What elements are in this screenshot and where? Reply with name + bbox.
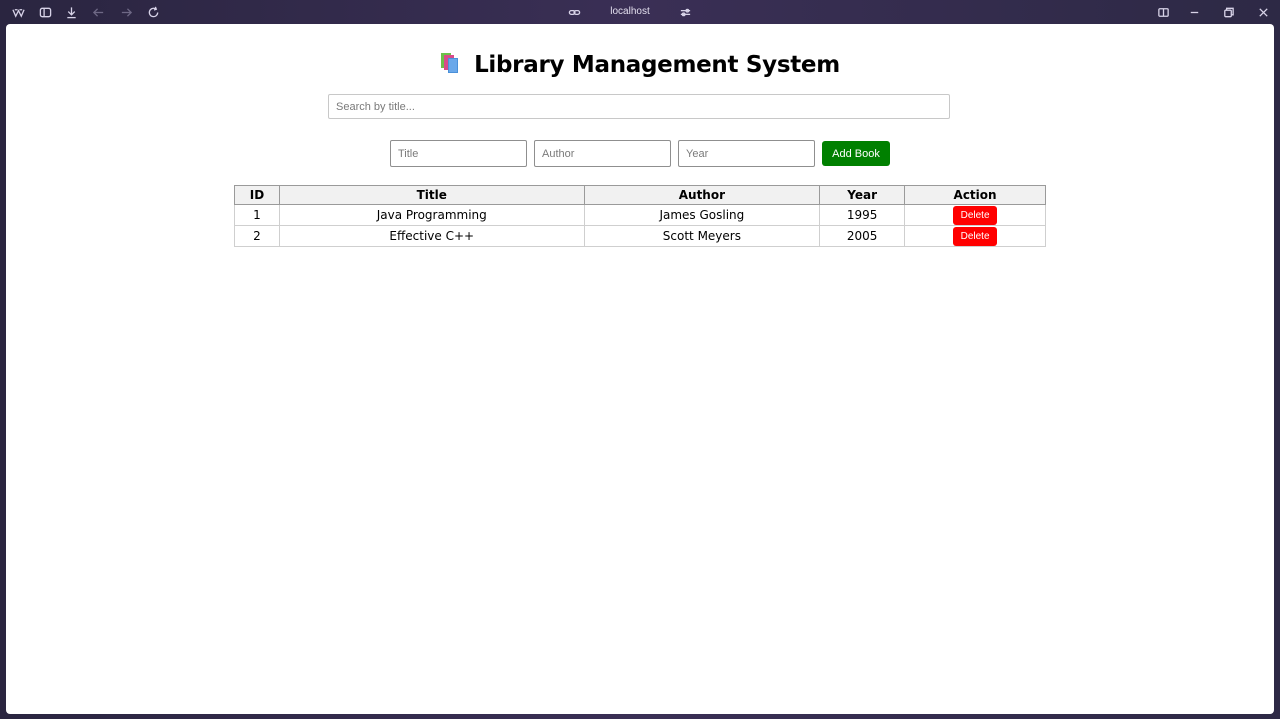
- delete-button[interactable]: Delete: [953, 205, 998, 225]
- column-header-title: Title: [278, 185, 585, 205]
- minimize-icon[interactable]: [1187, 5, 1201, 19]
- tune-icon[interactable]: [678, 5, 692, 19]
- browser-logo-icon[interactable]: [11, 5, 25, 19]
- cell-action: Delete: [904, 204, 1046, 226]
- sidebar-icon[interactable]: [38, 5, 52, 19]
- cell-action: Delete: [904, 225, 1046, 247]
- cell-author: James Gosling: [583, 204, 821, 226]
- link-icon[interactable]: [567, 5, 581, 19]
- cell-id: 1: [234, 204, 280, 226]
- address-bar-url[interactable]: localhost: [600, 5, 660, 19]
- page-title-text: Library Management System: [474, 52, 840, 78]
- forward-arrow-icon[interactable]: [119, 5, 133, 19]
- cell-author: Scott Meyers: [583, 225, 821, 247]
- close-icon[interactable]: [1256, 5, 1270, 19]
- column-header-action: Action: [904, 185, 1046, 205]
- cell-title: Java Programming: [278, 204, 585, 226]
- download-icon[interactable]: [64, 5, 78, 19]
- column-header-id: ID: [234, 185, 280, 205]
- cell-id: 2: [234, 225, 280, 247]
- table-header-row: ID Title Author Year Action: [234, 185, 1046, 205]
- search-input[interactable]: [328, 94, 950, 119]
- table-row: 1 Java Programming James Gosling 1995 De…: [234, 204, 1046, 226]
- title-field[interactable]: [390, 140, 527, 167]
- page-viewport: Library Management System Add Book ID Ti…: [6, 24, 1274, 714]
- column-header-author: Author: [583, 185, 821, 205]
- books-icon: [441, 53, 459, 73]
- cell-title: Effective C++: [278, 225, 585, 247]
- add-book-button[interactable]: Add Book: [822, 141, 890, 166]
- browser-titlebar: localhost: [0, 0, 1280, 24]
- author-field[interactable]: [534, 140, 671, 167]
- split-view-icon[interactable]: [1156, 5, 1170, 19]
- table-row: 2 Effective C++ Scott Meyers 2005 Delete: [234, 225, 1046, 247]
- page-title: Library Management System: [6, 50, 1274, 80]
- column-header-year: Year: [819, 185, 906, 205]
- year-field[interactable]: [678, 140, 815, 167]
- cell-year: 1995: [819, 204, 906, 226]
- delete-button[interactable]: Delete: [953, 226, 998, 246]
- back-arrow-icon[interactable]: [91, 5, 105, 19]
- cell-year: 2005: [819, 225, 906, 247]
- restore-icon[interactable]: [1221, 5, 1235, 19]
- books-table: ID Title Author Year Action 1 Java Progr…: [234, 185, 1046, 247]
- reload-icon[interactable]: [146, 5, 160, 19]
